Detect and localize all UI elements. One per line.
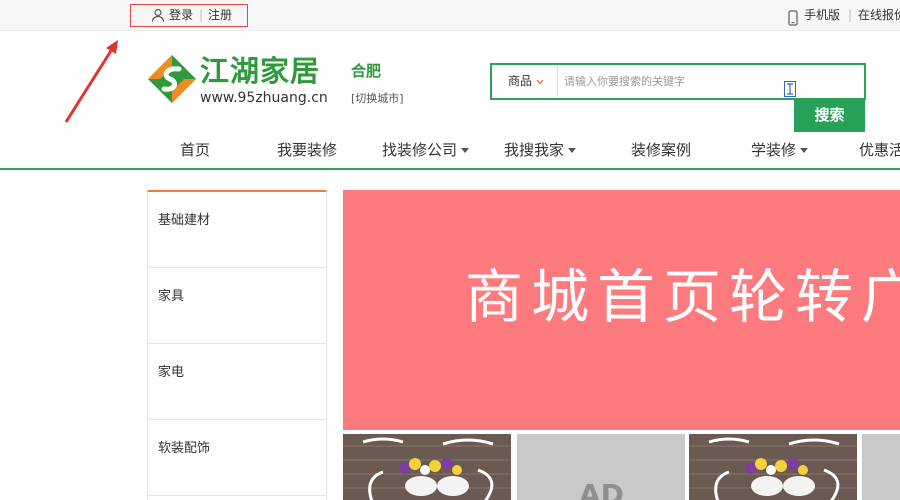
nav-item-promotions[interactable]: 优惠活动 — [859, 132, 900, 168]
nav-item-home[interactable]: 首页 — [180, 132, 210, 168]
main-nav: 首页 我要装修 找装修公司 我搜我家 装修案例 学装修 优惠活动 — [0, 132, 900, 170]
flower-pot-image — [689, 434, 857, 500]
phone-icon — [788, 7, 798, 38]
product-thumbnail[interactable] — [343, 434, 511, 500]
search-scope-label: 商品 — [508, 74, 533, 88]
caret-down-icon — [568, 148, 577, 153]
logo-url: www.95zhuang.cn — [200, 90, 328, 106]
ad-placeholder[interactable]: AD — [517, 434, 685, 500]
category-label: 家具 — [158, 289, 185, 304]
category-item[interactable]: 家具 — [148, 268, 326, 344]
flower-pot-image — [343, 434, 511, 500]
mobile-version-link[interactable]: 手机版 — [804, 0, 840, 31]
carousel-banner[interactable]: 商城首页轮转广告 — [343, 190, 900, 430]
caret-down-icon — [800, 148, 809, 153]
nav-item-label: 找装修公司 — [382, 141, 458, 159]
ad-placeholder-text: AD — [579, 478, 624, 500]
nav-item-learn[interactable]: 学装修 — [751, 132, 809, 168]
logo-icon[interactable] — [147, 54, 197, 104]
nav-item-find-company[interactable]: 找装修公司 — [382, 132, 470, 168]
search-button[interactable]: 搜索 — [794, 99, 865, 132]
separator: | — [848, 8, 853, 22]
nav-item-label: 首页 — [180, 141, 211, 159]
logo-name[interactable]: 江湖家居 — [200, 54, 320, 88]
category-label: 软装配饰 — [158, 441, 211, 456]
user-icon — [151, 8, 165, 29]
nav-item-search-home[interactable]: 我搜我家 — [504, 132, 577, 168]
nav-item-label: 学装修 — [751, 141, 797, 159]
category-item[interactable]: 基础建材 — [148, 192, 326, 268]
search-scope-select[interactable]: 商品 — [492, 65, 558, 98]
product-thumbnail[interactable] — [689, 434, 857, 500]
banner-text: 商城首页轮转广告 — [465, 263, 900, 331]
switch-city-link[interactable]: [切换城市] — [351, 90, 404, 106]
nav-item-label: 我要装修 — [277, 141, 338, 159]
nav-item-label: 优惠活动 — [859, 141, 900, 159]
nav-item-label: 装修案例 — [631, 141, 692, 159]
current-city: 合肥 — [351, 62, 382, 80]
login-link[interactable]: 登录 — [169, 5, 193, 26]
text-cursor-icon — [784, 81, 796, 97]
search-box: 商品 — [490, 63, 866, 100]
ad-placeholder[interactable] — [862, 434, 900, 500]
category-label: 家电 — [158, 365, 185, 380]
category-menu: 基础建材 家具 家电 软装配饰 — [147, 190, 327, 500]
register-link[interactable]: 注册 — [208, 5, 232, 26]
search-input[interactable] — [564, 65, 854, 98]
category-item[interactable]: 软装配饰 — [148, 420, 326, 496]
online-quote-link[interactable]: 在线报价 — [858, 0, 900, 31]
nav-item-label: 我搜我家 — [504, 141, 565, 159]
category-label: 基础建材 — [158, 213, 211, 228]
nav-item-cases[interactable]: 装修案例 — [631, 132, 691, 168]
login-register-box: 登录 | 注册 — [130, 4, 248, 27]
separator: | — [199, 8, 204, 22]
category-item[interactable]: 家电 — [148, 344, 326, 420]
page: 登录 | 注册 手机版 | 在线报价 江湖家居 www.95zhuang.cn … — [0, 0, 900, 500]
chevron-down-icon — [536, 79, 544, 85]
nav-item-renovate[interactable]: 我要装修 — [277, 132, 337, 168]
caret-down-icon — [461, 148, 470, 153]
annotation-arrow-icon — [64, 40, 118, 123]
top-bar: 登录 | 注册 手机版 | 在线报价 — [0, 0, 900, 31]
